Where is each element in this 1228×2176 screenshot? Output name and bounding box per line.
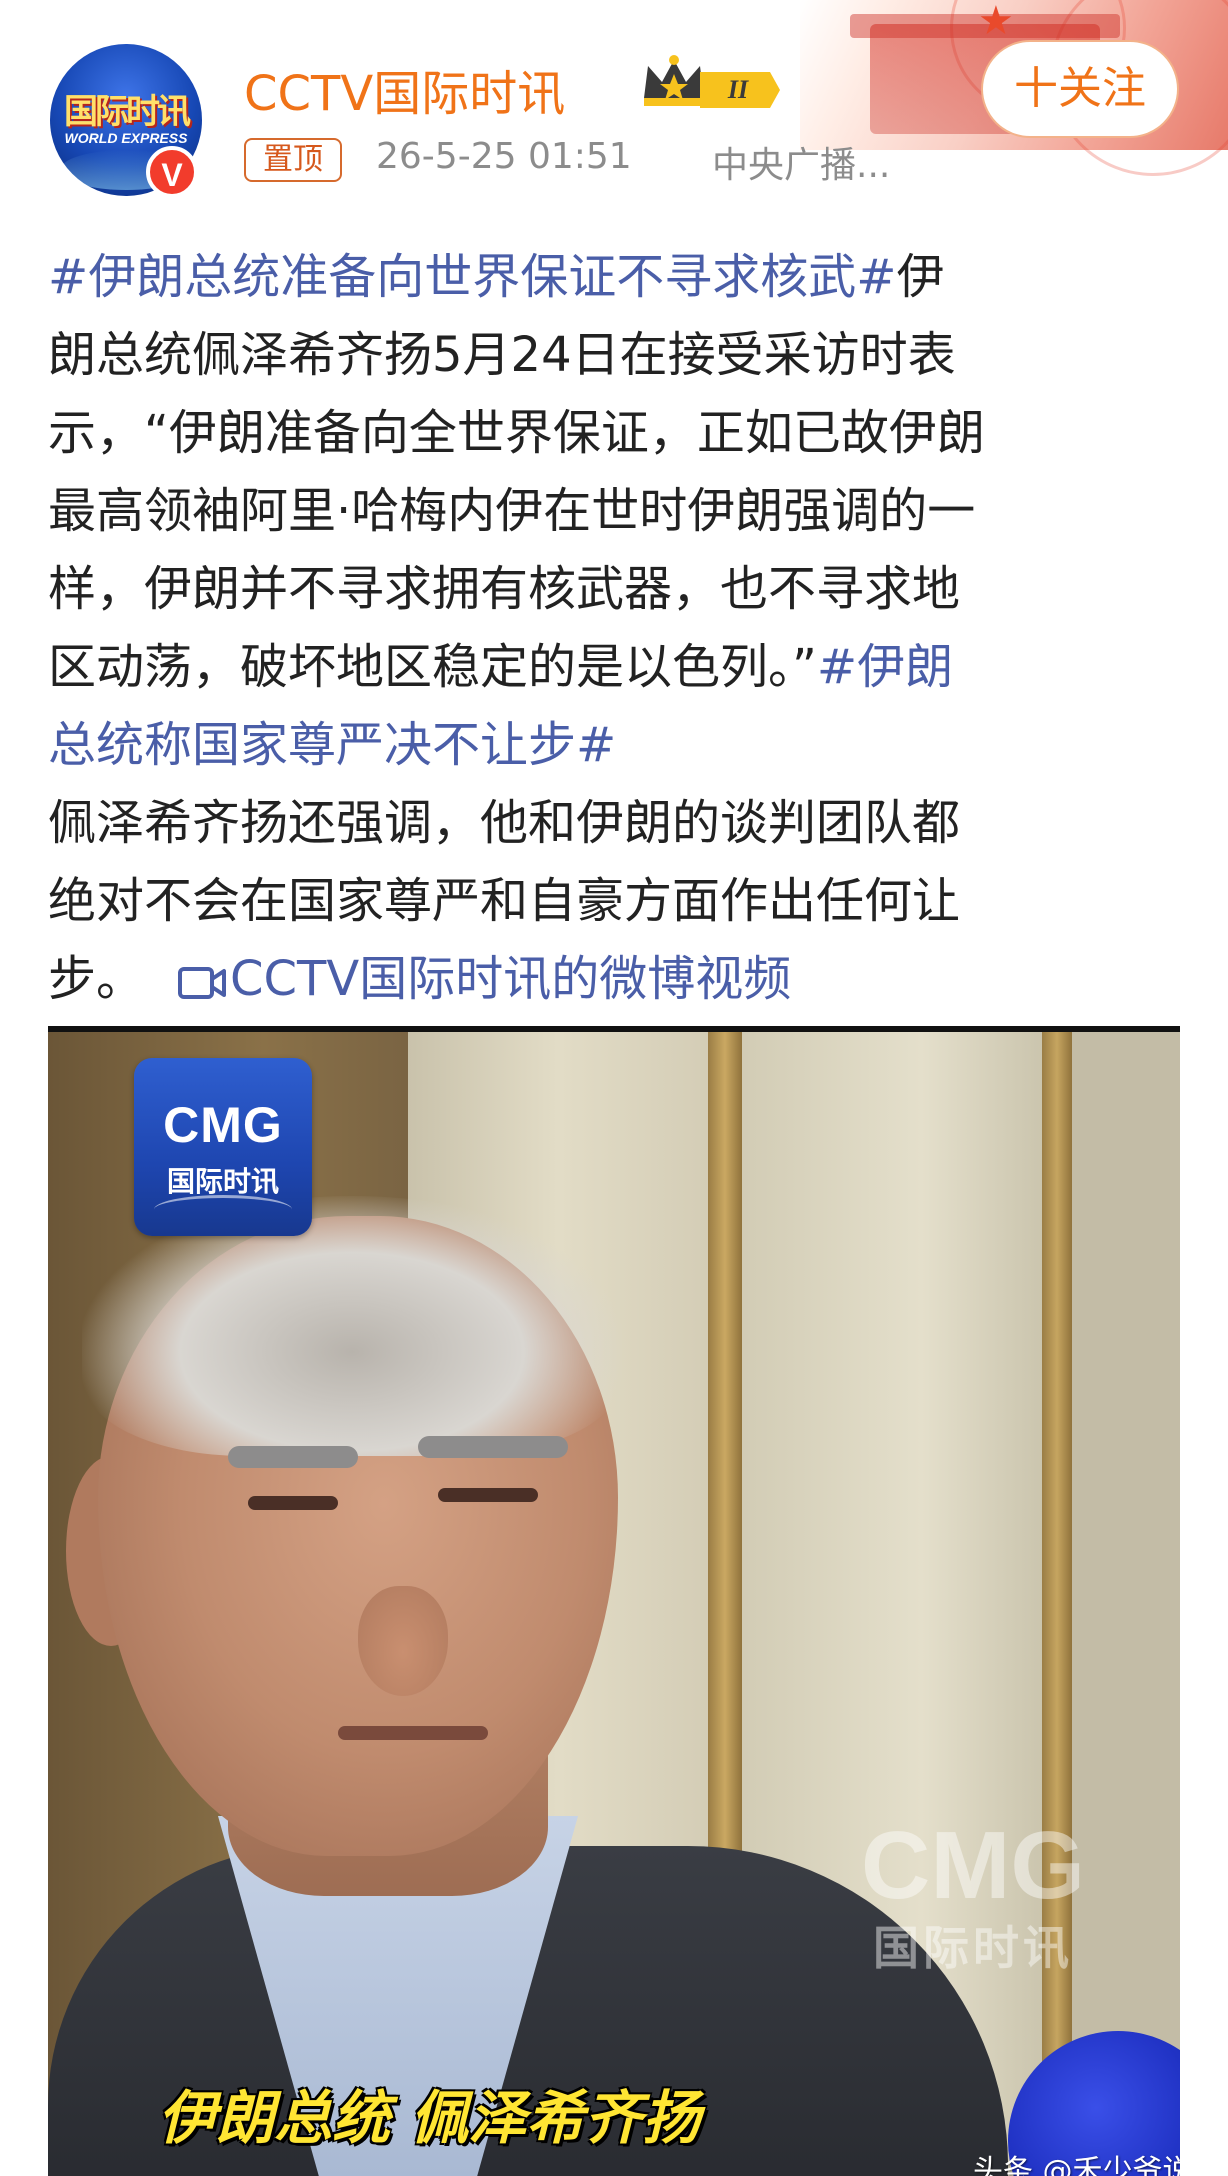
post-text: 朗总统佩泽希齐扬5月24日在接受采访时表	[48, 327, 956, 383]
post-line: 示，“伊朗准备向全世界保证，正如已故伊朗	[48, 394, 1188, 472]
post-line: 朗总统佩泽希齐扬5月24日在接受采访时表	[48, 316, 1188, 394]
post-text: 伊	[896, 249, 945, 305]
post-line: 样，伊朗并不寻求拥有核武器，也不寻求地	[48, 550, 1188, 628]
post-line: 佩泽希齐扬还强调，他和伊朗的谈判团队都	[48, 784, 1188, 862]
post-text: 佩泽希齐扬还强调，他和伊朗的谈判团队都	[48, 795, 961, 851]
level-text: II	[727, 75, 749, 104]
video-player[interactable]: CMG 国际时讯 CMG 国际时讯 伊朗总统 佩泽希齐扬 头条 @禾少爷说	[48, 1026, 1180, 2176]
cmg-logo-text: CMG	[163, 1097, 283, 1153]
post-text: 区动荡，破坏地区稳定的是以色列。”	[48, 639, 817, 695]
post-line: 总统称国家尊严决不让步#	[48, 706, 1188, 784]
post-line: #伊朗总统准备向世界保证不寻求核武#伊	[48, 238, 1188, 316]
post-line: 步。 CCTV国际时讯的微博视频	[48, 940, 1188, 1018]
post-text: 样，伊朗并不寻求拥有核武器，也不寻求地	[48, 561, 961, 617]
post-text: 绝对不会在国家尊严和自豪方面作出任何让	[48, 873, 961, 929]
verified-badge-icon: V	[146, 146, 198, 198]
cmg-logo-subtext: 国际时讯	[166, 1165, 279, 1198]
post-line: 最高领袖阿里·哈梅内伊在世时伊朗强调的一	[48, 472, 1188, 550]
avatar-title: 国际时讯	[64, 92, 191, 132]
watermark-text: CMG	[861, 1812, 1085, 1919]
post-timestamp: 26-5-25 01:51	[376, 136, 632, 177]
post-body: #伊朗总统准备向世界保证不寻求核武#伊 朗总统佩泽希齐扬5月24日在接受采访时表…	[48, 238, 1188, 1018]
crown-level-badge-icon: II	[644, 55, 780, 108]
post-line: 区动荡，破坏地区稳定的是以色列。”#伊朗	[48, 628, 1188, 706]
post-text: 最高领袖阿里·哈梅内伊在世时伊朗强调的一	[48, 483, 976, 539]
avatar-subtitle: WORLD EXPRESS	[64, 130, 188, 146]
post-text: 示，“伊朗准备向全世界保证，正如已故伊朗	[48, 405, 985, 461]
hashtag-link[interactable]: 总统称国家尊严决不让步#	[48, 717, 616, 773]
pinned-badge: 置顶	[244, 138, 342, 182]
post-source: 中央广播...	[712, 145, 891, 186]
follow-button[interactable]: 十关注	[981, 40, 1179, 138]
cmg-logo: CMG 国际时讯	[134, 1058, 312, 1236]
video-caption: 伊朗总统 佩泽希齐扬	[158, 2084, 701, 2152]
watermark-subtext: 国际时讯	[873, 1921, 1073, 1975]
post-line: 绝对不会在国家尊严和自豪方面作出任何让	[48, 862, 1188, 940]
hashtag-link[interactable]: #伊朗	[817, 639, 953, 695]
post-text: 步。	[48, 951, 145, 1007]
source-watermark: 头条 @禾少爷说	[973, 2154, 1180, 2176]
hashtag-link[interactable]: #伊朗总统准备向世界保证不寻求核武#	[48, 249, 896, 305]
video-camera-icon	[178, 967, 227, 999]
weibo-video-link[interactable]: CCTV国际时讯的微博视频	[230, 951, 791, 1007]
cmg-watermark: CMG 国际时讯	[843, 1816, 1103, 2016]
username[interactable]: CCTV国际时讯	[244, 54, 565, 124]
